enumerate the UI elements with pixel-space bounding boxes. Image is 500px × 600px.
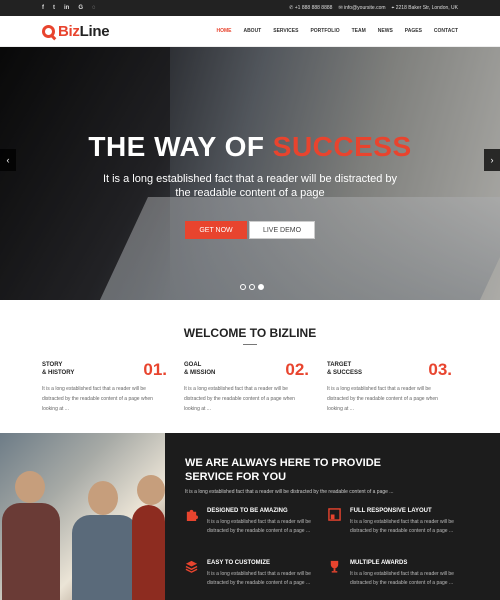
nav-services[interactable]: SERVICES <box>273 28 298 34</box>
feature-number: 02. <box>285 360 309 379</box>
responsive-icon <box>328 508 341 521</box>
google-plus-icon[interactable]: G <box>78 5 83 11</box>
nav-team[interactable]: TEAM <box>352 28 366 34</box>
logo-icon <box>42 24 55 38</box>
trophy-icon <box>330 560 339 573</box>
prev-slide-arrow-icon[interactable]: ‹ <box>0 149 16 171</box>
team-person-shirt <box>2 503 60 600</box>
service-title: EASY TO CUSTOMIZE <box>207 560 271 566</box>
services-panel: WE ARE ALWAYS HERE TO PROVIDE SERVICE FO… <box>165 433 500 600</box>
team-photo <box>0 433 165 600</box>
slide-indicators <box>240 284 264 290</box>
nav-pages[interactable]: PAGES <box>405 28 422 34</box>
slide-dot[interactable] <box>249 284 255 290</box>
service-title: DESIGNED TO BE AMAZING <box>207 508 288 514</box>
social-links: f t in G ◌ <box>42 5 96 11</box>
nav-news[interactable]: NEWS <box>378 28 393 34</box>
hero-title-white: THE WAY OF <box>88 131 265 162</box>
service-text: It is a long established fact that a rea… <box>207 519 311 534</box>
welcome-section: WELCOME TO BIZLINE STORY & HISTORY 01. It… <box>0 300 500 433</box>
nav-about[interactable]: ABOUT <box>243 28 261 34</box>
feature-story: STORY & HISTORY 01. It is a long establis… <box>42 361 167 414</box>
service-title: FULL RESPONSIVE LAYOUT <box>350 508 432 514</box>
phone-number: +1 888 888 8888 <box>294 5 333 11</box>
feature-label: TARGET & SUCCESS <box>327 362 363 376</box>
feature-label: STORY & HISTORY <box>42 362 75 376</box>
email-icon: ✉ <box>338 5 343 11</box>
slide-dot[interactable] <box>240 284 246 290</box>
feature-goal: GOAL & MISSION 02. It is a long establish… <box>184 361 309 414</box>
logo-text: BizLine <box>58 22 110 40</box>
welcome-heading: WELCOME TO BIZLINE <box>183 326 317 340</box>
service-text: It is a long established fact that a rea… <box>207 571 311 586</box>
phone-icon: ✆ <box>289 5 294 11</box>
feature-target: TARGET & SUCCESS 03. It is a long establi… <box>327 361 452 414</box>
slide-dot-active[interactable] <box>258 284 264 290</box>
address: 2218 Baker Str, London, UK <box>395 5 458 11</box>
hero-title-accent: SUCCESS <box>272 131 412 162</box>
nav-contact[interactable]: CONTACT <box>434 28 458 34</box>
services-section: WE ARE ALWAYS HERE TO PROVIDE SERVICE FO… <box>0 433 500 600</box>
team-person-head <box>15 471 45 503</box>
feature-number: 03. <box>428 360 452 379</box>
layers-icon <box>185 560 198 573</box>
logo-suffix: Line <box>79 22 110 40</box>
top-bar: f t in G ◌ ✆ +1 888 888 8888 ✉ info@your… <box>0 0 500 16</box>
hero-subtitle: It is a long established fact that a rea… <box>102 173 398 199</box>
next-slide-arrow-icon[interactable]: › <box>484 149 500 171</box>
feature-text: It is a long established fact that a rea… <box>184 386 295 412</box>
main-navbar: BizLine HOME ABOUT SERVICES PORTFOLIO TE… <box>0 16 500 47</box>
services-intro: It is a long established fact that a rea… <box>185 489 394 495</box>
feature-label: GOAL & MISSION <box>184 362 216 376</box>
puzzle-icon <box>186 509 198 521</box>
nav-home[interactable]: HOME <box>216 28 231 34</box>
email-address[interactable]: info@yoursite.com <box>344 5 385 11</box>
logo-prefix: Biz <box>58 22 80 40</box>
hero-title: THE WAY OF SUCCESS <box>0 131 500 163</box>
team-person-shirt <box>132 505 165 600</box>
nav-portfolio[interactable]: PORTFOLIO <box>310 28 339 34</box>
service-title: MULTIPLE AWARDS <box>350 560 408 566</box>
feature-text: It is a long established fact that a rea… <box>42 386 153 412</box>
service-text: It is a long established fact that a rea… <box>350 571 454 586</box>
facebook-icon[interactable]: f <box>42 5 44 11</box>
location-icon: ⌖ <box>391 5 395 11</box>
feature-number: 01. <box>143 360 167 379</box>
service-text: It is a long established fact that a rea… <box>350 519 454 534</box>
team-person-shirt <box>72 515 138 600</box>
main-menu: HOME ABOUT SERVICES PORTFOLIO TEAM NEWS … <box>216 28 458 34</box>
rss-icon[interactable]: ◌ <box>92 5 96 11</box>
contact-info: ✆ +1 888 888 8888 ✉ info@yoursite.com ⌖ … <box>289 5 458 11</box>
get-now-button[interactable]: GET NOW <box>185 221 247 239</box>
linkedin-icon[interactable]: in <box>64 5 69 11</box>
live-demo-button[interactable]: LIVE DEMO <box>249 221 315 239</box>
team-person-head <box>88 481 118 515</box>
feature-text: It is a long established fact that a rea… <box>327 386 438 412</box>
heading-divider <box>243 344 257 345</box>
services-heading: WE ARE ALWAYS HERE TO PROVIDE SERVICE FO… <box>185 457 381 483</box>
twitter-icon[interactable]: t <box>53 5 55 11</box>
site-logo[interactable]: BizLine <box>42 22 110 40</box>
hero-slider: THE WAY OF SUCCESS It is a long establis… <box>0 47 500 300</box>
team-person-head <box>137 475 165 505</box>
